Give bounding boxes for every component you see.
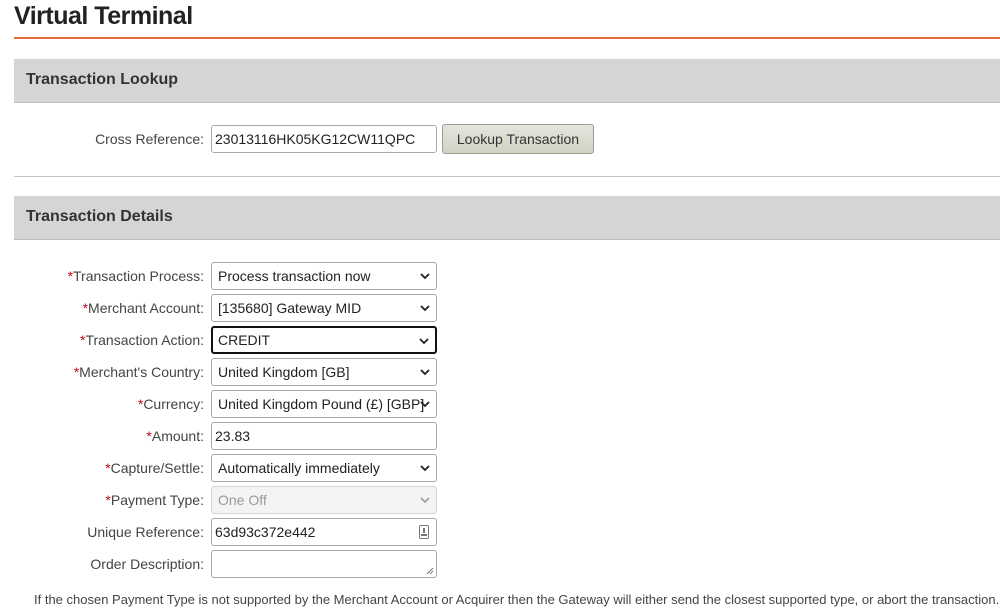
title-divider bbox=[14, 37, 1000, 39]
currency-select[interactable]: United Kingdom Pound (£) [GBP] bbox=[211, 390, 437, 418]
merchant-country-label: *Merchant's Country: bbox=[73, 364, 204, 380]
chevron-down-icon bbox=[420, 401, 430, 408]
unique-reference-label: Unique Reference: bbox=[87, 524, 204, 540]
amount-label: *Amount: bbox=[146, 428, 204, 444]
transaction-process-row: *Transaction Process: Process transactio… bbox=[0, 262, 1000, 290]
cross-reference-input[interactable]: 23013116HK05KG12CW11QPC bbox=[211, 125, 437, 153]
section-title-details: Transaction Details bbox=[26, 208, 173, 225]
payment-type-select: One Off bbox=[211, 486, 437, 514]
currency-row: *Currency: United Kingdom Pound (£) [GBP… bbox=[0, 390, 1000, 418]
capture-settle-row: *Capture/Settle: Automatically immediate… bbox=[0, 454, 1000, 482]
amount-input[interactable]: 23.83 bbox=[211, 422, 437, 450]
unique-reference-row: Unique Reference: 63d93c372e442 bbox=[0, 518, 1000, 546]
chevron-down-icon bbox=[420, 273, 430, 280]
merchant-account-label: *Merchant Account: bbox=[82, 300, 204, 316]
transaction-action-row: *Transaction Action: CREDIT bbox=[0, 326, 1000, 354]
capture-settle-label: *Capture/Settle: bbox=[105, 460, 204, 476]
chevron-down-icon bbox=[420, 369, 430, 376]
merchant-country-select[interactable]: United Kingdom [GB] bbox=[211, 358, 437, 386]
order-description-row: Order Description: bbox=[0, 550, 1000, 578]
resize-grip-icon[interactable] bbox=[426, 567, 434, 575]
merchant-account-select[interactable]: [135680] Gateway MID bbox=[211, 294, 437, 322]
chevron-down-icon bbox=[420, 465, 430, 472]
payment-type-label: *Payment Type: bbox=[105, 492, 204, 508]
cross-reference-label: Cross Reference: bbox=[95, 131, 204, 147]
chevron-down-icon bbox=[420, 305, 430, 312]
chevron-down-icon bbox=[419, 338, 429, 345]
section-header-lookup: Transaction Lookup bbox=[14, 59, 1000, 103]
order-description-textarea[interactable] bbox=[211, 550, 437, 578]
transaction-action-label: *Transaction Action: bbox=[80, 332, 204, 348]
section-header-details: Transaction Details bbox=[14, 196, 1000, 240]
section-title-lookup: Transaction Lookup bbox=[26, 71, 179, 88]
unique-reference-input[interactable]: 63d93c372e442 bbox=[211, 518, 437, 546]
amount-row: *Amount: 23.83 bbox=[0, 422, 1000, 450]
capture-settle-select[interactable]: Automatically immediately bbox=[211, 454, 437, 482]
currency-label: *Currency: bbox=[137, 396, 204, 412]
transaction-process-select[interactable]: Process transaction now bbox=[211, 262, 437, 290]
page-title: Virtual Terminal bbox=[14, 2, 193, 30]
section-divider bbox=[14, 176, 1000, 177]
password-key-icon[interactable] bbox=[419, 525, 429, 539]
transaction-action-select[interactable]: CREDIT bbox=[211, 326, 437, 354]
order-description-label: Order Description: bbox=[90, 556, 204, 572]
merchant-account-row: *Merchant Account: [135680] Gateway MID bbox=[0, 294, 1000, 322]
chevron-down-icon bbox=[420, 497, 430, 504]
payment-type-row: *Payment Type: One Off bbox=[0, 486, 1000, 514]
transaction-process-label: *Transaction Process: bbox=[67, 268, 204, 284]
merchant-country-row: *Merchant's Country: United Kingdom [GB] bbox=[0, 358, 1000, 386]
lookup-transaction-button[interactable]: Lookup Transaction bbox=[442, 124, 594, 154]
payment-type-footnote: If the chosen Payment Type is not suppor… bbox=[34, 592, 1000, 607]
